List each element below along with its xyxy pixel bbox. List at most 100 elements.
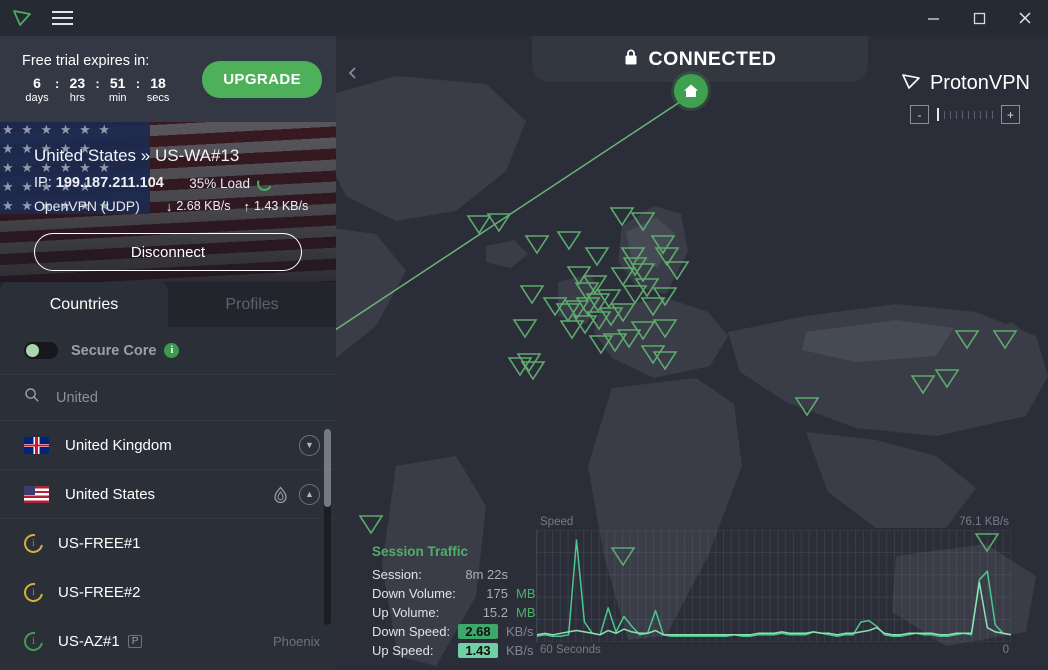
hamburger-menu-icon[interactable] bbox=[47, 5, 77, 31]
session-traffic-panel: Session Traffic Session: 8m 22s Down Vol… bbox=[372, 544, 536, 660]
protonvpn-logo-icon bbox=[9, 5, 35, 31]
free-trial-banner: Free trial expires in: 6 days : 23 hrs :… bbox=[0, 36, 336, 122]
download-arrow-icon: ↓ bbox=[165, 198, 173, 214]
world-map-panel: CONNECTED ProtonVPN - + Session Traffic … bbox=[336, 36, 1048, 670]
countdown-sep-3: : bbox=[135, 75, 141, 91]
tor-onion-icon bbox=[273, 485, 288, 503]
connection-ip-row: IP: 199.187.211.104 35% Load bbox=[34, 173, 314, 193]
countdown-hours-value: 23 bbox=[69, 74, 86, 91]
sidebar-collapse-button[interactable] bbox=[340, 56, 366, 90]
traffic-value-down-speed: 2.68 bbox=[458, 624, 498, 639]
trial-title: Free trial expires in: bbox=[22, 52, 150, 69]
traffic-label-down-volume: Down Volume: bbox=[372, 586, 456, 601]
search-input[interactable] bbox=[56, 389, 336, 406]
download-speed-value: 2.68 KB/s bbox=[176, 199, 231, 213]
expand-chevron-united-kingdom[interactable]: ▼ bbox=[299, 434, 320, 456]
collapse-chevron-united-states[interactable]: ▲ bbox=[299, 483, 320, 505]
sidebar: Free trial expires in: 6 days : 23 hrs :… bbox=[0, 36, 336, 670]
country-label-united-states: United States bbox=[65, 485, 156, 503]
zoom-out-button[interactable]: - bbox=[909, 105, 929, 124]
tab-profiles[interactable]: Profiles bbox=[168, 282, 336, 327]
traffic-row-down-speed: Down Speed: 2.68 KB/s bbox=[372, 622, 536, 641]
maximize-button[interactable] bbox=[956, 0, 1002, 36]
traffic-label-down-speed: Down Speed: bbox=[372, 624, 451, 639]
info-icon[interactable]: i bbox=[164, 343, 180, 358]
upload-speed-value: 1.43 KB/s bbox=[254, 199, 309, 213]
traffic-label-session: Session: bbox=[372, 567, 422, 582]
traffic-unit-up-speed: KB/s bbox=[506, 643, 534, 658]
protocol-label: OpenVPN (UDP) bbox=[34, 198, 140, 214]
countdown-seconds-value: 18 bbox=[150, 74, 166, 91]
secure-core-label: Secure Core bbox=[71, 342, 157, 359]
brand-block: ProtonVPN - + bbox=[900, 70, 1030, 124]
server-label-us-free-1: US-FREE#1 bbox=[58, 535, 141, 552]
traffic-unit-down-speed: KB/s bbox=[506, 624, 534, 639]
map-zoom-control: - + bbox=[909, 105, 1020, 124]
home-server-marker[interactable] bbox=[674, 74, 708, 108]
country-row-united-states[interactable]: United States ▲ bbox=[0, 470, 336, 519]
sidebar-tabs: Countries Profiles bbox=[0, 282, 336, 327]
load-ring-icon bbox=[254, 173, 275, 193]
traffic-value-down-volume: 175 bbox=[486, 586, 508, 601]
speed-graph-x-left: 60 Seconds bbox=[540, 644, 601, 656]
countdown-days: 6 days bbox=[22, 75, 52, 106]
connection-speeds: ↓ 2.68 KB/s ↑ 1.43 KB/s bbox=[166, 199, 308, 214]
traffic-row-down-volume: Down Volume: 175 MB bbox=[372, 584, 536, 603]
traffic-unit-up-volume: MB bbox=[516, 605, 536, 620]
connection-ip: IP: 199.187.211.104 bbox=[34, 175, 164, 191]
countdown-minutes: 51 min bbox=[103, 75, 133, 106]
server-load-icon: i bbox=[20, 628, 47, 655]
upgrade-button[interactable]: UPGRADE bbox=[202, 60, 322, 98]
secure-core-row: Secure Core i bbox=[0, 327, 336, 375]
brand-name: ProtonVPN bbox=[929, 72, 1030, 94]
server-load-icon: i bbox=[20, 530, 47, 557]
zoom-slider-track[interactable] bbox=[932, 108, 998, 121]
disconnect-button[interactable]: Disconnect bbox=[34, 233, 302, 271]
protonvpn-logo-icon bbox=[900, 70, 922, 97]
session-traffic-title: Session Traffic bbox=[372, 544, 469, 559]
scrollbar-thumb[interactable] bbox=[324, 429, 331, 507]
server-row-us-free-2[interactable]: i US-FREE#2 bbox=[0, 568, 336, 617]
window-titlebar bbox=[0, 0, 1048, 36]
trial-countdown-block: Free trial expires in: 6 days : 23 hrs :… bbox=[22, 53, 202, 106]
country-list: United Kingdom ▼ United States ▲ i US-FR… bbox=[0, 421, 336, 666]
trial-countdown: 6 days : 23 hrs : 51 min : 18 secs bbox=[22, 74, 202, 106]
speed-graph-plot bbox=[536, 529, 1012, 643]
traffic-label-up-speed: Up Speed: bbox=[372, 643, 434, 658]
ip-value: 199.187.211.104 bbox=[55, 175, 164, 191]
connection-protocol-row: OpenVPN (UDP) ↓ 2.68 KB/s ↑ 1.43 KB/s bbox=[34, 198, 314, 214]
countdown-minutes-unit: min bbox=[108, 91, 127, 104]
server-label-us-az-1: US-AZ#1 bbox=[58, 633, 120, 650]
countdown-seconds-unit: secs bbox=[146, 91, 170, 104]
country-list-scrollbar[interactable] bbox=[324, 429, 331, 625]
server-row-us-free-1[interactable]: i US-FREE#1 bbox=[0, 519, 336, 568]
countdown-sep-2: : bbox=[95, 75, 100, 91]
connection-status-banner: CONNECTED bbox=[532, 36, 868, 82]
status-text: CONNECTED bbox=[648, 47, 777, 70]
minimize-button[interactable] bbox=[910, 0, 956, 36]
plus-badge: P bbox=[127, 635, 143, 648]
speed-graph: Speed 76.1 KB/s 60 Seconds 0 bbox=[536, 516, 1012, 666]
connection-title: United States » US-WA#13 bbox=[34, 146, 240, 165]
countdown-hours-unit: hrs bbox=[69, 91, 85, 104]
flag-uk-icon bbox=[24, 436, 49, 454]
download-speed: ↓ 2.68 KB/s bbox=[166, 199, 231, 214]
countdown-days-unit: days bbox=[25, 91, 49, 104]
country-label-united-kingdom: United Kingdom bbox=[65, 436, 172, 454]
speed-graph-title: Speed bbox=[540, 516, 574, 528]
connection-card: United States » US-WA#13 IP: 199.187.211… bbox=[0, 122, 336, 282]
country-row-united-kingdom[interactable]: United Kingdom ▼ bbox=[0, 421, 336, 470]
zoom-in-button[interactable]: + bbox=[1000, 105, 1020, 124]
secure-core-toggle[interactable] bbox=[24, 342, 58, 359]
traffic-row-session: Session: 8m 22s bbox=[372, 565, 536, 584]
traffic-value-up-speed: 1.43 bbox=[458, 643, 498, 658]
tab-countries[interactable]: Countries bbox=[0, 282, 168, 327]
traffic-row-up-volume: Up Volume: 15.2 MB bbox=[372, 603, 536, 622]
protonvpn-app-window: Free trial expires in: 6 days : 23 hrs :… bbox=[0, 0, 1048, 670]
server-label-us-free-2: US-FREE#2 bbox=[58, 584, 141, 601]
speed-graph-max: 76.1 KB/s bbox=[959, 516, 1009, 528]
traffic-value-up-volume: 15.2 bbox=[482, 605, 508, 620]
close-button[interactable] bbox=[1002, 0, 1048, 36]
server-row-us-az-1[interactable]: i US-AZ#1 P Phoenix bbox=[0, 617, 336, 666]
search-row bbox=[0, 375, 336, 421]
